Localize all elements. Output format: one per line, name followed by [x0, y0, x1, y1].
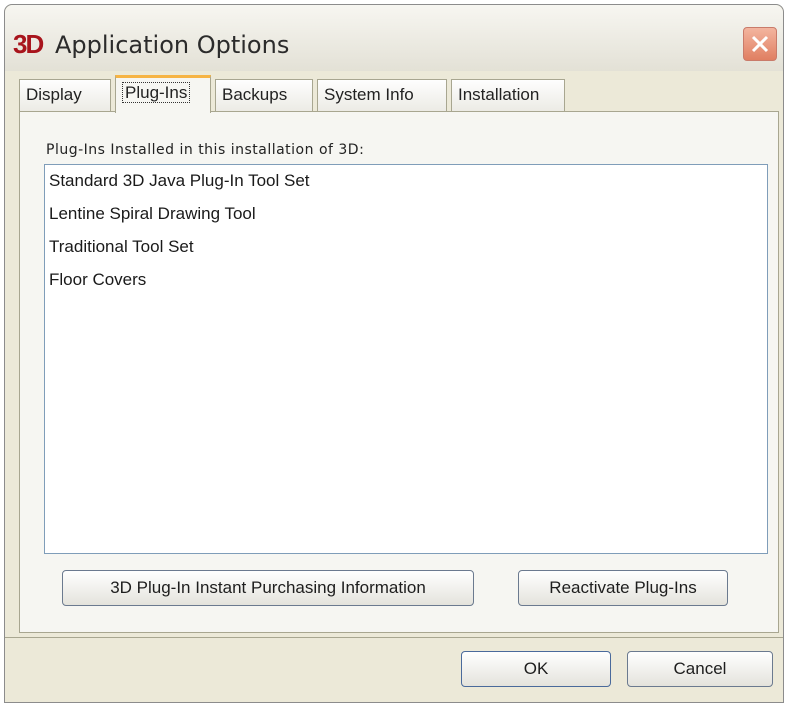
- list-item[interactable]: Standard 3D Java Plug-In Tool Set: [49, 171, 310, 191]
- window-title: Application Options: [55, 31, 290, 59]
- tab-backups-label: Backups: [222, 85, 288, 104]
- tab-plug-ins[interactable]: Plug-Ins: [115, 75, 211, 113]
- tab-backups[interactable]: Backups: [215, 79, 313, 111]
- purchasing-info-button[interactable]: 3D Plug-In Instant Purchasing Informatio…: [62, 570, 474, 606]
- tab-system-info-label: System Info: [324, 85, 414, 104]
- ok-button[interactable]: OK: [461, 651, 611, 687]
- tab-installation[interactable]: Installation: [451, 79, 565, 111]
- close-button[interactable]: [743, 27, 777, 61]
- tab-installation-label: Installation: [458, 85, 540, 104]
- list-item[interactable]: Traditional Tool Set: [49, 237, 194, 257]
- title-bar[interactable]: 3D Application Options: [5, 5, 783, 71]
- app-logo-icon: 3D: [13, 29, 44, 59]
- footer-divider: [5, 637, 783, 638]
- tab-system-info[interactable]: System Info: [317, 79, 447, 111]
- tab-display-label: Display: [26, 85, 82, 104]
- tab-plug-ins-label: Plug-Ins: [122, 82, 191, 103]
- tab-strip: Display Plug-Ins Backups System Info Ins…: [19, 75, 779, 113]
- application-options-dialog: 3D Application Options Display Plug-Ins …: [4, 4, 784, 703]
- plug-ins-list[interactable]: Standard 3D Java Plug-In Tool Set Lentin…: [44, 164, 768, 554]
- reactivate-plug-ins-button[interactable]: Reactivate Plug-Ins: [518, 570, 728, 606]
- plug-ins-panel: Plug-Ins Installed in this installation …: [19, 111, 779, 633]
- list-item[interactable]: Floor Covers: [49, 270, 146, 290]
- close-icon: [751, 35, 769, 53]
- plug-ins-heading: Plug-Ins Installed in this installation …: [46, 142, 365, 158]
- cancel-button[interactable]: Cancel: [627, 651, 773, 687]
- list-item[interactable]: Lentine Spiral Drawing Tool: [49, 204, 256, 224]
- tab-display[interactable]: Display: [19, 79, 111, 111]
